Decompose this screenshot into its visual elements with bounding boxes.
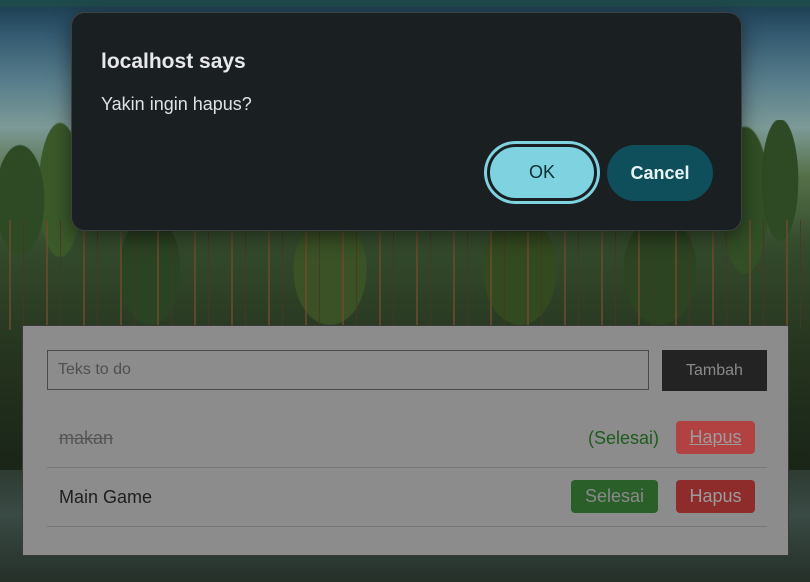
dialog-message: Yakin ingin hapus?: [101, 94, 252, 114]
dialog-title: localhost says: [101, 50, 246, 73]
confirm-dialog: localhost says Yakin ingin hapus? OK Can…: [71, 12, 742, 231]
cancel-button[interactable]: Cancel: [607, 145, 713, 201]
ok-button[interactable]: OK: [487, 144, 597, 201]
